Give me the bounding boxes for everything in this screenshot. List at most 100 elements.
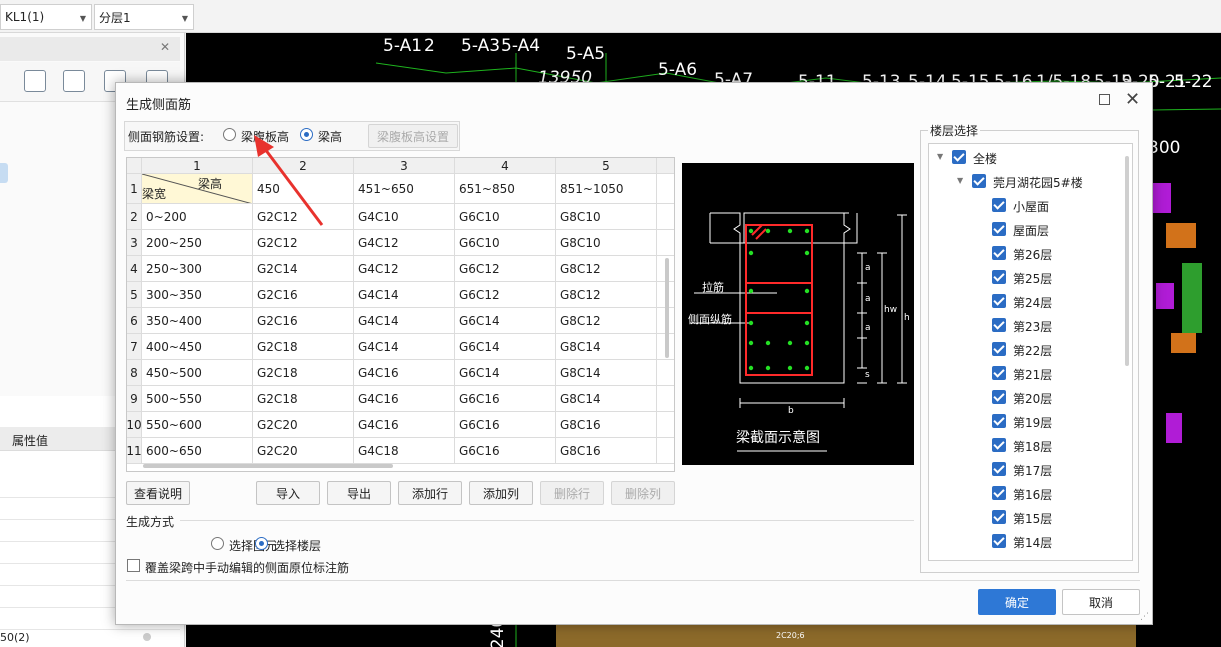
table-cell[interactable]: G6C16 xyxy=(455,386,556,412)
floor-checkbox[interactable] xyxy=(992,222,1006,236)
tree-item-floor[interactable]: 第25层 xyxy=(1013,270,1052,287)
add-column-button[interactable]: 添加列 xyxy=(469,481,533,505)
floor-checkbox[interactable] xyxy=(992,246,1006,260)
table-cell[interactable]: G4C14 xyxy=(354,308,455,334)
width-range-cell[interactable]: 600~650 xyxy=(142,438,253,464)
table-cell[interactable]: G8C16 xyxy=(556,438,657,464)
table-cell[interactable]: G4C12 xyxy=(354,230,455,256)
table-cell[interactable]: G6C14 xyxy=(455,360,556,386)
table-cell[interactable]: G4C16 xyxy=(354,386,455,412)
table-cell[interactable]: G6C16 xyxy=(455,438,556,464)
table-cell[interactable] xyxy=(657,386,674,412)
floor-checkbox[interactable] xyxy=(992,318,1006,332)
tree-item-floor[interactable]: 第17层 xyxy=(1013,462,1052,479)
override-label[interactable]: 覆盖梁跨中手动编辑的侧面原位标注筋 xyxy=(145,559,349,576)
table-cell[interactable]: G6C10 xyxy=(455,204,556,230)
table-cell[interactable]: G4C18 xyxy=(354,438,455,464)
component-combo[interactable]: KL1(1) ▼ xyxy=(0,4,92,30)
table-cell[interactable]: G8C14 xyxy=(556,334,657,360)
close-icon[interactable]: ✕ xyxy=(160,40,170,54)
radio-select-element[interactable] xyxy=(211,537,224,550)
checkbox-building[interactable] xyxy=(972,174,986,188)
floor-checkbox[interactable] xyxy=(992,486,1006,500)
tree-item-floor[interactable]: 第26层 xyxy=(1013,246,1052,263)
view-description-button[interactable]: 查看说明 xyxy=(126,481,190,505)
web-height-settings-button[interactable]: 梁腹板高设置 xyxy=(368,124,458,148)
table-cell[interactable] xyxy=(657,174,674,204)
table-cell[interactable]: G2C18 xyxy=(253,386,354,412)
table-cell[interactable]: G2C16 xyxy=(253,282,354,308)
close-icon[interactable]: ✕ xyxy=(1125,89,1140,110)
checkbox-all[interactable] xyxy=(952,150,966,164)
override-checkbox[interactable] xyxy=(127,559,140,572)
row-header[interactable]: 5 xyxy=(127,282,142,308)
tree-item-floor[interactable]: 第16层 xyxy=(1013,486,1052,503)
radio-select-element-label[interactable]: 选择图元 xyxy=(229,537,277,554)
table-cell[interactable]: G2C14 xyxy=(253,256,354,282)
table-cell[interactable]: G8C12 xyxy=(556,308,657,334)
floor-checkbox[interactable] xyxy=(992,438,1006,452)
tree-item-floor[interactable]: 第22层 xyxy=(1013,342,1052,359)
width-range-cell[interactable]: 500~550 xyxy=(142,386,253,412)
table-cell[interactable]: G2C18 xyxy=(253,360,354,386)
width-range-cell[interactable]: 250~300 xyxy=(142,256,253,282)
table-cell[interactable]: G2C20 xyxy=(253,412,354,438)
tree-item-floor[interactable]: 第19层 xyxy=(1013,414,1052,431)
table-cell[interactable]: G8C14 xyxy=(556,360,657,386)
table-cell[interactable]: G2C20 xyxy=(253,438,354,464)
width-range-cell[interactable]: 300~350 xyxy=(142,282,253,308)
table-cell[interactable]: G4C14 xyxy=(354,282,455,308)
floor-checkbox[interactable] xyxy=(992,198,1006,212)
column-header[interactable] xyxy=(657,158,674,174)
add-row-button[interactable]: 添加行 xyxy=(398,481,462,505)
table-cell[interactable]: G6C12 xyxy=(455,256,556,282)
row-header[interactable]: 1 xyxy=(127,174,142,204)
table-cell[interactable]: G4C10 xyxy=(354,204,455,230)
tree-item-floor[interactable]: 第21层 xyxy=(1013,366,1052,383)
tree-item-all[interactable]: 全楼 xyxy=(973,150,997,167)
floor-checkbox[interactable] xyxy=(992,414,1006,428)
row-header[interactable]: 10 xyxy=(127,412,142,438)
table-cell[interactable] xyxy=(657,230,674,256)
height-range-cell[interactable]: 851~1050 xyxy=(556,174,657,204)
radio-select-floor-label[interactable]: 选择楼层 xyxy=(273,537,321,554)
row-header[interactable]: 7 xyxy=(127,334,142,360)
table-cell[interactable]: G8C10 xyxy=(556,230,657,256)
row-header[interactable]: 6 xyxy=(127,308,142,334)
row-header[interactable]: 3 xyxy=(127,230,142,256)
table-cell[interactable]: G8C16 xyxy=(556,412,657,438)
tree-item-floor[interactable]: 第15层 xyxy=(1013,510,1052,527)
row-header[interactable]: 11 xyxy=(127,438,142,464)
width-range-cell[interactable]: 200~250 xyxy=(142,230,253,256)
floor-checkbox[interactable] xyxy=(992,270,1006,284)
row-header[interactable]: 9 xyxy=(127,386,142,412)
radio-select-floor[interactable] xyxy=(255,537,268,550)
table-cell[interactable]: G4C14 xyxy=(354,334,455,360)
table-cell[interactable] xyxy=(657,412,674,438)
height-range-cell[interactable]: 451~650 xyxy=(354,174,455,204)
width-range-cell[interactable]: 350~400 xyxy=(142,308,253,334)
cancel-button[interactable]: 取消 xyxy=(1062,589,1140,615)
layer-combo[interactable]: 分层1 ▼ xyxy=(94,4,194,30)
tree-item-floor[interactable]: 第18层 xyxy=(1013,438,1052,455)
table-cell[interactable]: G4C12 xyxy=(354,256,455,282)
table-cell[interactable]: G6C14 xyxy=(455,308,556,334)
floor-checkbox[interactable] xyxy=(992,342,1006,356)
column-header[interactable]: 4 xyxy=(455,158,556,174)
tree-item-building[interactable]: 莞月湖花园5#楼 xyxy=(993,174,1083,191)
delete-column-button[interactable]: 删除列 xyxy=(611,481,675,505)
ok-button[interactable]: 确定 xyxy=(978,589,1056,615)
table-cell[interactable]: G2C12 xyxy=(253,230,354,256)
column-header[interactable]: 5 xyxy=(556,158,657,174)
table-cell[interactable] xyxy=(657,204,674,230)
table-cell[interactable]: G2C18 xyxy=(253,334,354,360)
table-vertical-scrollbar[interactable] xyxy=(665,258,669,358)
tree-item-floor[interactable]: 第20层 xyxy=(1013,390,1052,407)
column-header[interactable]: 1 xyxy=(142,158,253,174)
height-range-cell[interactable]: 651~850 xyxy=(455,174,556,204)
table-cell[interactable]: G8C10 xyxy=(556,204,657,230)
tree-item-floor[interactable]: 第23层 xyxy=(1013,318,1052,335)
floor-checkbox[interactable] xyxy=(992,510,1006,524)
tree-item-floor[interactable]: 第14层 xyxy=(1013,534,1052,551)
resize-grip-icon[interactable]: ⋰ xyxy=(1140,612,1149,622)
